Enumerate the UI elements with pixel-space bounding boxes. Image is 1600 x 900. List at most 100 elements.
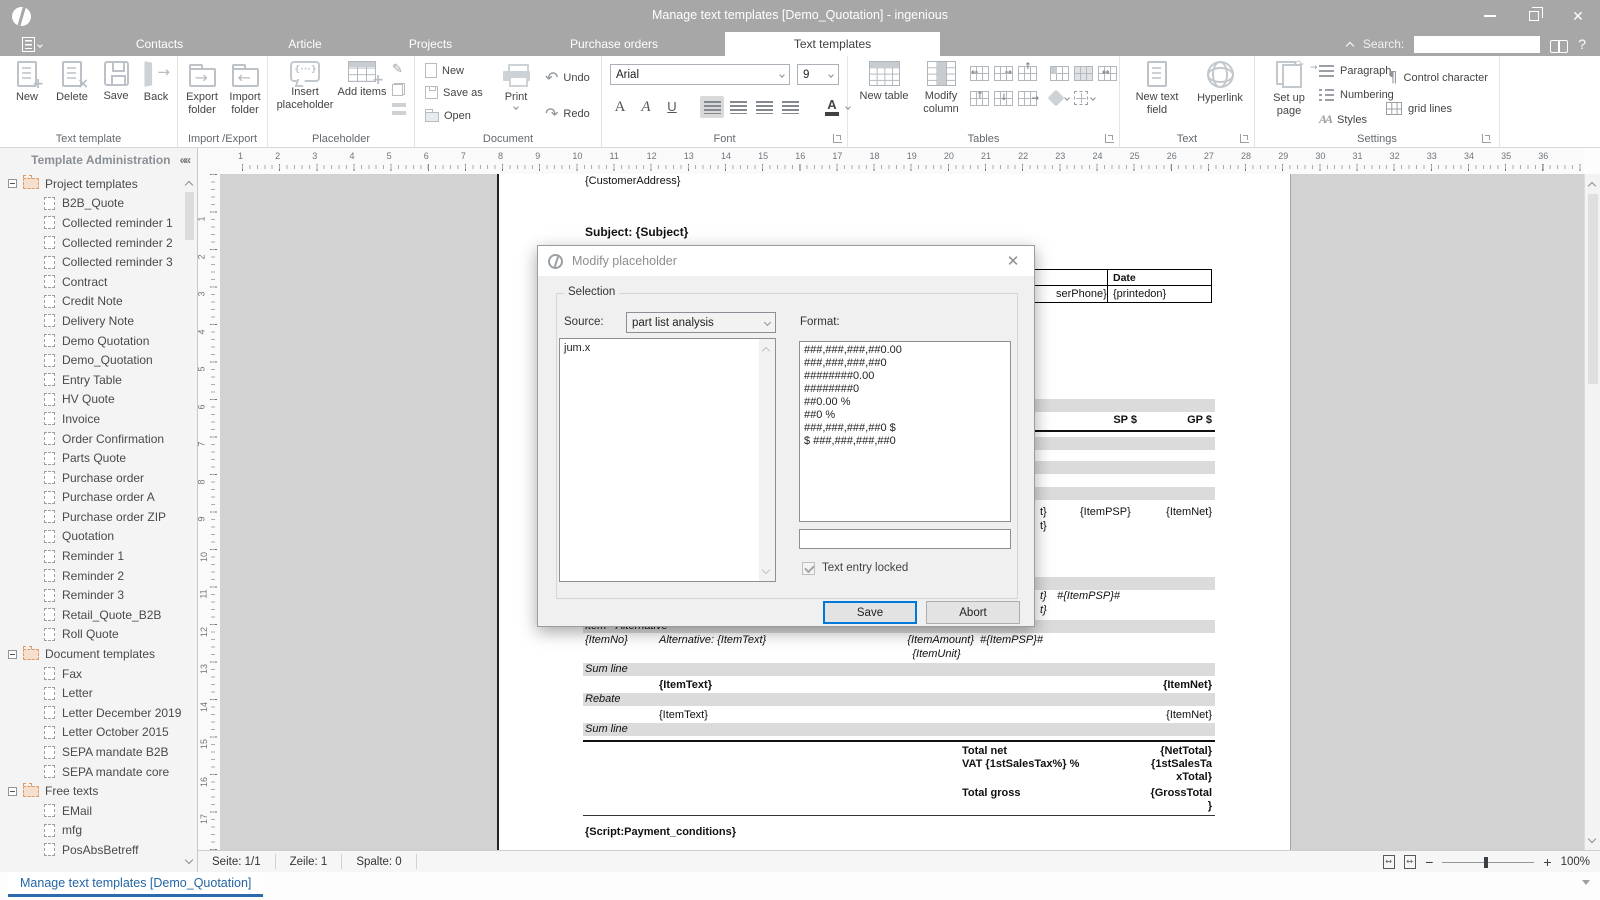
- export-folder-button[interactable]: → Export folder: [181, 61, 223, 116]
- font-size-select[interactable]: 9: [797, 64, 839, 85]
- dialog-title-bar[interactable]: Modify placeholder ✕: [538, 246, 1034, 276]
- tree-item[interactable]: SEPA mandate core: [0, 762, 183, 782]
- edit-pencil-icon[interactable]: ✎: [392, 63, 406, 76]
- save-template-button[interactable]: Save: [97, 61, 135, 103]
- scroll-up-icon[interactable]: [185, 181, 193, 189]
- styles-button[interactable]: Styles: [1319, 113, 1367, 126]
- insert-column-right-button[interactable]: →: [994, 66, 1013, 81]
- restore-button[interactable]: [1512, 0, 1556, 32]
- help-icon[interactable]: ?: [1578, 36, 1586, 52]
- numbering-button[interactable]: Numbering: [1319, 89, 1394, 101]
- placeholder-customer-address[interactable]: {CustomerAddress}: [585, 175, 680, 187]
- tree-item[interactable]: HV Quote: [0, 390, 183, 410]
- tree-item[interactable]: Collected reminder 1: [0, 213, 183, 233]
- modify-column-button[interactable]: Modify column: [918, 61, 964, 115]
- tree-item[interactable]: B2B_Quote: [0, 194, 183, 214]
- module-tab[interactable]: Contacts: [112, 32, 207, 56]
- copy-pages-icon[interactable]: [392, 83, 405, 96]
- delete-template-button[interactable]: × Delete: [50, 61, 94, 104]
- format-option[interactable]: ##0 %: [804, 409, 1006, 422]
- close-button[interactable]: ✕: [1556, 0, 1600, 32]
- tree-item[interactable]: Demo Quotation: [0, 331, 183, 351]
- format-option[interactable]: ###,###,###,##0.00: [804, 344, 1006, 357]
- sidebar-scrollbar[interactable]: [183, 174, 196, 870]
- tree-item[interactable]: Letter December 2019: [0, 703, 183, 723]
- tree-item[interactable]: Contract: [0, 272, 183, 292]
- tree-item[interactable]: Demo_Quotation: [0, 350, 183, 370]
- source-list-item[interactable]: jum.x: [564, 341, 755, 355]
- collapse-ribbon-icon[interactable]: [1346, 41, 1354, 49]
- tree-item[interactable]: Letter October 2015: [0, 723, 183, 743]
- italic-button[interactable]: [634, 96, 658, 118]
- tree-item[interactable]: Roll Quote: [0, 625, 183, 645]
- print-button[interactable]: Print: [495, 61, 537, 109]
- tree-item[interactable]: Purchase order A: [0, 488, 183, 508]
- tree-item[interactable]: PosAbsBetreff: [0, 840, 183, 860]
- insert-column-left-button[interactable]: ←: [970, 66, 989, 81]
- new-template-button[interactable]: + New: [8, 61, 46, 104]
- scroll-down-icon[interactable]: [185, 856, 193, 864]
- hyperlink-button[interactable]: Hyperlink: [1192, 61, 1248, 105]
- format-option[interactable]: ###,###,###,##0: [804, 357, 1006, 370]
- column-width-button[interactable]: ↔: [1098, 66, 1117, 81]
- document-new-button[interactable]: New: [425, 63, 464, 78]
- tree-item[interactable]: Reminder 2: [0, 566, 183, 586]
- redo-button[interactable]: Redo: [545, 106, 590, 122]
- header-info-table[interactable]: Date serPhone} {printedon}: [1012, 269, 1212, 303]
- tree-item[interactable]: Reminder 1: [0, 546, 183, 566]
- collapse-sidebar-icon[interactable]: ««: [180, 153, 189, 167]
- module-tab[interactable]: Article: [267, 32, 343, 56]
- format-option[interactable]: ##0.00 %: [804, 396, 1006, 409]
- tree-item[interactable]: Project templates: [0, 174, 183, 194]
- collapse-node-icon[interactable]: [8, 179, 17, 188]
- dialog-close-icon[interactable]: ✕: [1002, 252, 1024, 270]
- add-items-button[interactable]: + Add items: [336, 61, 388, 99]
- font-color-button[interactable]: A: [820, 96, 844, 118]
- back-button[interactable]: Back: [138, 61, 174, 104]
- binoculars-icon[interactable]: [1550, 38, 1568, 51]
- tree-item[interactable]: Fax: [0, 664, 183, 684]
- format-option[interactable]: ########0: [804, 383, 1006, 396]
- module-tab[interactable]: Purchase orders: [528, 32, 700, 56]
- tree-item[interactable]: Letter: [0, 683, 183, 703]
- grid-lines-button[interactable]: grid lines: [1386, 102, 1452, 115]
- zoom-slider[interactable]: [1442, 862, 1534, 863]
- collapse-node-icon[interactable]: [8, 787, 17, 796]
- insert-column-between-button[interactable]: ↑: [1018, 66, 1037, 81]
- format-option[interactable]: ###,###,###,##0 $: [804, 422, 1006, 435]
- document-open-button[interactable]: Open: [425, 109, 471, 122]
- fill-color-button[interactable]: [1050, 91, 1072, 105]
- tree-item[interactable]: Entry Table: [0, 370, 183, 390]
- tree-item[interactable]: EMail: [0, 801, 183, 821]
- split-rows-icon[interactable]: [392, 103, 406, 115]
- zoom-in-icon[interactable]: +: [1543, 855, 1551, 869]
- new-table-button[interactable]: New table: [856, 61, 912, 103]
- tree-item[interactable]: Order Confirmation: [0, 429, 183, 449]
- text-entry-locked-checkbox[interactable]: [802, 562, 815, 575]
- document-save-as-button[interactable]: Save as: [425, 86, 483, 99]
- scrollbar-thumb[interactable]: [1588, 194, 1598, 384]
- module-tab[interactable]: Text templates: [725, 32, 940, 56]
- align-center-button[interactable]: [752, 96, 776, 118]
- scroll-down-icon[interactable]: [762, 566, 770, 574]
- subject-line[interactable]: Subject: {Subject}: [585, 225, 688, 239]
- new-text-field-button[interactable]: New text field: [1126, 61, 1188, 116]
- insert-row-above-button[interactable]: ↑: [970, 91, 989, 106]
- scroll-up-icon[interactable]: [1588, 182, 1596, 190]
- search-input[interactable]: [1414, 36, 1540, 53]
- justify-button[interactable]: [778, 96, 802, 118]
- tree-item[interactable]: Credit Note: [0, 292, 183, 312]
- zoom-out-icon[interactable]: −: [1425, 855, 1433, 869]
- tree-item[interactable]: Delivery Note: [0, 311, 183, 331]
- paragraph-button[interactable]: Paragraph: [1319, 65, 1391, 77]
- tree-item[interactable]: Collected reminder 2: [0, 233, 183, 253]
- window-list-dropdown-icon[interactable]: [1582, 880, 1590, 885]
- scrollbar-thumb[interactable]: [185, 192, 194, 240]
- format-option[interactable]: ########0.00: [804, 370, 1006, 383]
- split-cell-button[interactable]: →: [1018, 91, 1037, 106]
- tree-item[interactable]: Purchase order ZIP: [0, 507, 183, 527]
- custom-format-input[interactable]: [799, 529, 1011, 549]
- tree-item[interactable]: Quotation: [0, 527, 183, 547]
- tree-item[interactable]: Invoice: [0, 409, 183, 429]
- collapse-node-icon[interactable]: [8, 650, 17, 659]
